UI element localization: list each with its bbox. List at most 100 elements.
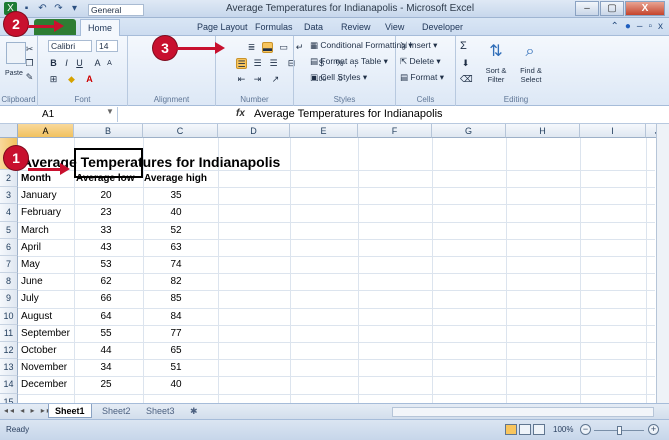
column-header-h[interactable]: H — [506, 124, 580, 138]
header-average-high-cell[interactable]: Average high — [144, 173, 207, 184]
sort-filter-icon[interactable]: ⇅ — [486, 42, 506, 62]
column-header-e[interactable]: E — [290, 124, 358, 138]
average-high-cell[interactable]: 63 — [160, 242, 192, 253]
month-cell[interactable]: May — [21, 259, 40, 270]
clear-icon[interactable]: ⌫ — [460, 74, 473, 85]
tab-page-layout[interactable]: Page Layout — [197, 22, 248, 32]
average-low-cell[interactable]: 62 — [90, 276, 122, 287]
insert-sheet-icon[interactable]: ✱ — [184, 404, 204, 418]
shrink-font-icon[interactable]: A — [104, 58, 115, 69]
average-high-cell[interactable]: 74 — [160, 259, 192, 270]
name-box-dropdown-icon[interactable]: ▼ — [106, 107, 114, 116]
row-header-3[interactable]: 3 — [0, 187, 18, 205]
average-low-cell[interactable]: 64 — [90, 311, 122, 322]
row-header-7[interactable]: 7 — [0, 256, 18, 274]
zoom-slider-knob[interactable] — [617, 426, 622, 435]
number-format-dropdown[interactable]: General — [88, 4, 144, 16]
customize-qat-icon[interactable]: ▾ — [68, 2, 81, 15]
average-low-cell[interactable]: 55 — [90, 328, 122, 339]
month-cell[interactable]: June — [21, 276, 43, 287]
column-header-c[interactable]: C — [143, 124, 218, 138]
average-high-cell[interactable]: 52 — [160, 225, 192, 236]
average-low-cell[interactable]: 53 — [90, 259, 122, 270]
month-cell[interactable]: July — [21, 293, 39, 304]
sort-filter-label[interactable]: Sort & Filter — [480, 66, 512, 84]
formula-input[interactable]: Average Temperatures for Indianapolis — [254, 108, 443, 120]
maximize-button[interactable]: ▢ — [600, 1, 624, 16]
tab-data[interactable]: Data — [304, 22, 323, 32]
help-icon[interactable]: ● — [625, 21, 631, 32]
zoom-in-icon[interactable]: + — [648, 424, 659, 435]
page-layout-view-icon[interactable] — [519, 424, 531, 435]
average-low-cell[interactable]: 25 — [90, 379, 122, 390]
row-header-6[interactable]: 6 — [0, 238, 18, 256]
row-header-4[interactable]: 4 — [0, 204, 18, 222]
tab-home[interactable]: Home — [80, 19, 121, 37]
font-size-dropdown[interactable]: 14 — [96, 40, 118, 52]
average-low-cell[interactable]: 23 — [90, 207, 122, 218]
find-select-icon[interactable]: ⌕ — [520, 42, 540, 62]
italic-icon[interactable]: I — [61, 58, 72, 69]
average-high-cell[interactable]: 65 — [160, 345, 192, 356]
undo-icon[interactable]: ↶ — [36, 2, 49, 15]
row-header-9[interactable]: 9 — [0, 290, 18, 308]
month-cell[interactable]: August — [21, 311, 52, 322]
average-low-cell[interactable]: 66 — [90, 293, 122, 304]
month-cell[interactable]: April — [21, 242, 41, 253]
format-painter-icon[interactable]: ✎ — [24, 72, 35, 83]
borders-icon[interactable]: ⊞ — [48, 74, 59, 85]
ribbon-minimize-icon[interactable]: ⌃ — [610, 21, 618, 32]
close-button[interactable]: X — [625, 1, 665, 16]
average-high-cell[interactable]: 77 — [160, 328, 192, 339]
row-header-11[interactable]: 11 — [0, 324, 18, 342]
header-month-cell[interactable]: Month — [21, 173, 51, 184]
cut-icon[interactable]: ✂ — [24, 44, 35, 55]
delete-button[interactable]: ⇱ Delete ▾ — [400, 56, 441, 67]
workbook-minimize-icon[interactable]: – — [637, 21, 643, 32]
sheet-tab-2[interactable]: Sheet2 — [96, 404, 137, 418]
month-cell[interactable]: October — [21, 345, 57, 356]
vertical-scrollbar[interactable] — [656, 124, 669, 403]
average-low-cell[interactable]: 33 — [90, 225, 122, 236]
row-header-10[interactable]: 10 — [0, 307, 18, 325]
average-high-cell[interactable]: 40 — [160, 207, 192, 218]
find-select-label[interactable]: Find & Select — [514, 66, 548, 84]
average-low-cell[interactable]: 43 — [90, 242, 122, 253]
tab-developer[interactable]: Developer — [422, 22, 463, 32]
underline-icon[interactable]: U — [74, 58, 85, 69]
average-high-cell[interactable]: 35 — [160, 190, 192, 201]
paste-icon[interactable] — [6, 42, 26, 64]
average-low-cell[interactable]: 34 — [90, 362, 122, 373]
horizontal-scrollbar[interactable] — [392, 407, 654, 417]
row-header-5[interactable]: 5 — [0, 221, 18, 239]
month-cell[interactable]: March — [21, 225, 49, 236]
average-high-cell[interactable]: 85 — [160, 293, 192, 304]
column-header-a[interactable]: A — [18, 124, 74, 138]
format-as-table-button[interactable]: ▤ Format as Table ▾ — [310, 56, 388, 67]
row-header-2[interactable]: 2 — [0, 170, 18, 188]
row-header-13[interactable]: 13 — [0, 359, 18, 377]
tab-review[interactable]: Review — [341, 22, 371, 32]
grow-font-icon[interactable]: A — [92, 58, 103, 69]
month-cell[interactable]: February — [21, 207, 61, 218]
column-header-g[interactable]: G — [432, 124, 506, 138]
column-header-i[interactable]: I — [580, 124, 646, 138]
average-high-cell[interactable]: 84 — [160, 311, 192, 322]
sheet-nav-arrows[interactable]: ◂◂ ◂ ▸ ▸▸ — [4, 406, 53, 415]
average-low-cell[interactable]: 44 — [90, 345, 122, 356]
redo-icon[interactable]: ↷ — [52, 2, 65, 15]
fill-color-icon[interactable]: ◆ — [66, 74, 77, 85]
minimize-button[interactable]: – — [575, 1, 599, 16]
font-color-icon[interactable]: A — [84, 74, 95, 85]
page-break-view-icon[interactable] — [533, 424, 545, 435]
average-high-cell[interactable]: 82 — [160, 276, 192, 287]
row-header-14[interactable]: 14 — [0, 376, 18, 394]
row-header-8[interactable]: 8 — [0, 273, 18, 291]
workbook-restore-icon[interactable]: ▫ — [648, 21, 652, 32]
column-header-b[interactable]: B — [74, 124, 143, 138]
sheet-tab-3[interactable]: Sheet3 — [140, 404, 181, 418]
zoom-out-icon[interactable]: − — [580, 424, 591, 435]
column-header-f[interactable]: F — [358, 124, 432, 138]
insert-button[interactable]: ⇲ Insert ▾ — [400, 40, 437, 51]
active-cell-a1[interactable] — [74, 148, 143, 178]
